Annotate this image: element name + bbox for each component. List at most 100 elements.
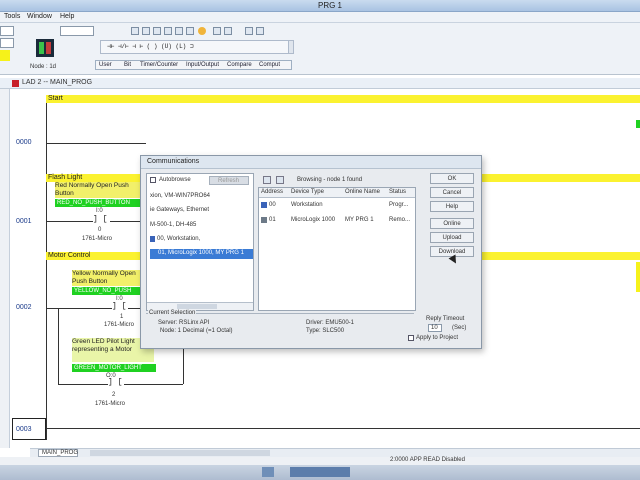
menu-help[interactable]: Help bbox=[60, 13, 74, 20]
upload-button[interactable]: Upload bbox=[430, 232, 474, 243]
apply-to-project-checkbox[interactable] bbox=[408, 335, 414, 341]
yellow-button-device: 1761-Micro bbox=[104, 322, 135, 328]
red-button-tag[interactable]: RED_NO_PUSH_BUTTON bbox=[55, 199, 145, 207]
tree-item-selected[interactable]: 01, MicroLogix 1000, MY PRG 1 bbox=[150, 249, 253, 259]
document-icon[interactable] bbox=[175, 27, 183, 35]
dialog-title-bar: Communications bbox=[141, 156, 481, 169]
rung-0002-number: 0002 bbox=[16, 304, 32, 311]
node-label: Node : 1d bbox=[30, 64, 57, 70]
row-address: 00 bbox=[269, 202, 276, 208]
media-controls[interactable] bbox=[290, 467, 350, 477]
red-button-address: I:0 bbox=[96, 208, 103, 214]
device-list-panel: Address Device Type Online Name Status 0… bbox=[258, 187, 416, 311]
help-button[interactable]: Help bbox=[430, 201, 474, 212]
autobrowse-checkbox[interactable] bbox=[150, 177, 156, 183]
yellow-button-tag[interactable]: YELLOW_NO_PUSH bbox=[72, 287, 144, 295]
branch-wire-left bbox=[58, 384, 108, 385]
ladder-file-icon bbox=[12, 80, 19, 87]
down-icon[interactable] bbox=[256, 27, 264, 35]
online-status-indicator bbox=[0, 50, 10, 61]
help-icon[interactable] bbox=[198, 27, 206, 35]
browse-icon[interactable] bbox=[263, 176, 271, 184]
verify-icon[interactable] bbox=[164, 27, 172, 35]
table-row[interactable]: 01 MicroLogix 1000 MY PRG 1 Remo... bbox=[259, 216, 415, 226]
instruction-tab-strip: User Bit Timer/Counter Input/Output Comp… bbox=[95, 60, 292, 70]
refresh-button[interactable]: Refresh bbox=[209, 176, 249, 185]
tab-input-output[interactable]: Input/Output bbox=[186, 62, 219, 68]
tab-timer-counter[interactable]: Timer/Counter bbox=[140, 62, 178, 68]
rung-0002-right-note bbox=[636, 262, 640, 292]
reply-timeout-value: 10 bbox=[431, 325, 438, 331]
tree-horizontal-scrollbar[interactable] bbox=[147, 302, 253, 310]
report-icon[interactable] bbox=[186, 27, 194, 35]
taskbar bbox=[0, 465, 640, 480]
workstation-icon bbox=[150, 236, 155, 242]
ok-button[interactable]: OK bbox=[430, 173, 474, 184]
menu-tools[interactable]: Tools bbox=[4, 13, 20, 20]
menu-bar: Tools Window Help bbox=[0, 12, 640, 23]
network-tree-panel: Autobrowse Refresh xion, VM-WIN7PRO64 ie… bbox=[146, 173, 254, 311]
forward-icon[interactable] bbox=[224, 27, 232, 35]
taskbar-app-icon[interactable] bbox=[262, 467, 274, 477]
tab-compute[interactable]: Comput bbox=[259, 62, 280, 68]
find-icon[interactable] bbox=[153, 27, 161, 35]
rung-0000-output-tag bbox=[636, 120, 640, 128]
scroll-thumb[interactable] bbox=[90, 450, 270, 456]
search-icon[interactable] bbox=[142, 27, 150, 35]
branch-wire-right bbox=[124, 384, 183, 385]
up-icon[interactable] bbox=[245, 27, 253, 35]
horizontal-scrollbar[interactable]: MAIN_PROG bbox=[30, 448, 640, 457]
col-address[interactable]: Address bbox=[261, 189, 283, 195]
menu-window[interactable]: Window bbox=[27, 13, 52, 20]
toolbar-combo-2[interactable] bbox=[0, 38, 14, 48]
online-button[interactable]: Online bbox=[430, 218, 474, 229]
driver-text: Driver: EMU500-1 bbox=[306, 320, 355, 326]
ladder-window-title-bar: LAD 2 -- MAIN_PROG bbox=[0, 78, 640, 89]
current-selection-group: Current Selection Server: RSLinx API Nod… bbox=[146, 310, 414, 345]
toolbar-scroll[interactable] bbox=[288, 40, 294, 54]
rung-0001-number: 0001 bbox=[16, 218, 32, 225]
toolbar-combo-1[interactable] bbox=[0, 26, 14, 36]
rung-0003-marker[interactable]: 0003 bbox=[12, 418, 46, 440]
branch-left-leg bbox=[58, 308, 59, 384]
red-button-device: 1761-Micro bbox=[82, 236, 113, 242]
tab-compare[interactable]: Compare bbox=[227, 62, 252, 68]
col-online-name[interactable]: Online Name bbox=[345, 189, 380, 195]
instruction-icons[interactable]: ⊣⊢ ⊣/⊢ ⊣ ⊢ ( ) (U) (L) ⊐ bbox=[107, 43, 194, 50]
table-row[interactable]: 00 Workstation Progr... bbox=[259, 201, 415, 211]
type-text: Type: SLC500 bbox=[306, 328, 345, 334]
current-selection-label: Current Selection bbox=[148, 310, 197, 316]
toolbar-combo-3[interactable] bbox=[60, 26, 94, 36]
red-button-bit: 0 bbox=[98, 227, 102, 233]
rung-0000-wire bbox=[46, 143, 146, 144]
yellow-button-contact[interactable]: ] [ bbox=[112, 302, 126, 311]
end-rung-wire bbox=[46, 428, 640, 429]
red-button-contact[interactable]: ] [ bbox=[93, 215, 107, 224]
list-view-icon[interactable] bbox=[276, 176, 284, 184]
tab-user[interactable]: User bbox=[99, 62, 112, 68]
row-device: Workstation bbox=[291, 202, 323, 208]
back-icon[interactable] bbox=[213, 27, 221, 35]
left-power-rail bbox=[46, 95, 47, 440]
green-light-contact[interactable]: ] [ bbox=[108, 378, 122, 387]
col-device-type[interactable]: Device Type bbox=[291, 189, 324, 195]
tree-item-gateways[interactable]: ie Gateways, Ethernet bbox=[150, 207, 209, 213]
tab-bit[interactable]: Bit bbox=[124, 62, 131, 68]
rung-0001-title: Flash Light bbox=[48, 174, 83, 181]
ladder-left-margin bbox=[0, 89, 10, 448]
row-status: Remo... bbox=[389, 217, 411, 223]
reply-timeout-input[interactable]: 10 bbox=[428, 324, 442, 332]
status-text: 2:0000 APP READ Disabled bbox=[390, 457, 465, 463]
tree-item-driver[interactable]: M-500-1, DH-485 bbox=[150, 222, 196, 228]
green-light-tag[interactable]: GREEN_MOTOR_LIGHT bbox=[72, 364, 156, 372]
server-text: Server: RSLinx API bbox=[158, 320, 210, 326]
col-status[interactable]: Status bbox=[389, 189, 406, 195]
cancel-button[interactable]: Cancel bbox=[430, 187, 474, 198]
zoom-icon[interactable] bbox=[131, 27, 139, 35]
tab-main-prog[interactable]: MAIN_PROG bbox=[38, 449, 78, 457]
browsing-status: Browsing - node 1 found bbox=[297, 177, 363, 183]
tree-item-host[interactable]: xion, VM-WIN7PRO64 bbox=[150, 193, 210, 199]
tree-item-workstation[interactable]: 00, Workstation, bbox=[157, 236, 200, 242]
apply-to-project-label: Apply to Project bbox=[416, 335, 459, 341]
dialog-title: Communications bbox=[147, 158, 200, 165]
